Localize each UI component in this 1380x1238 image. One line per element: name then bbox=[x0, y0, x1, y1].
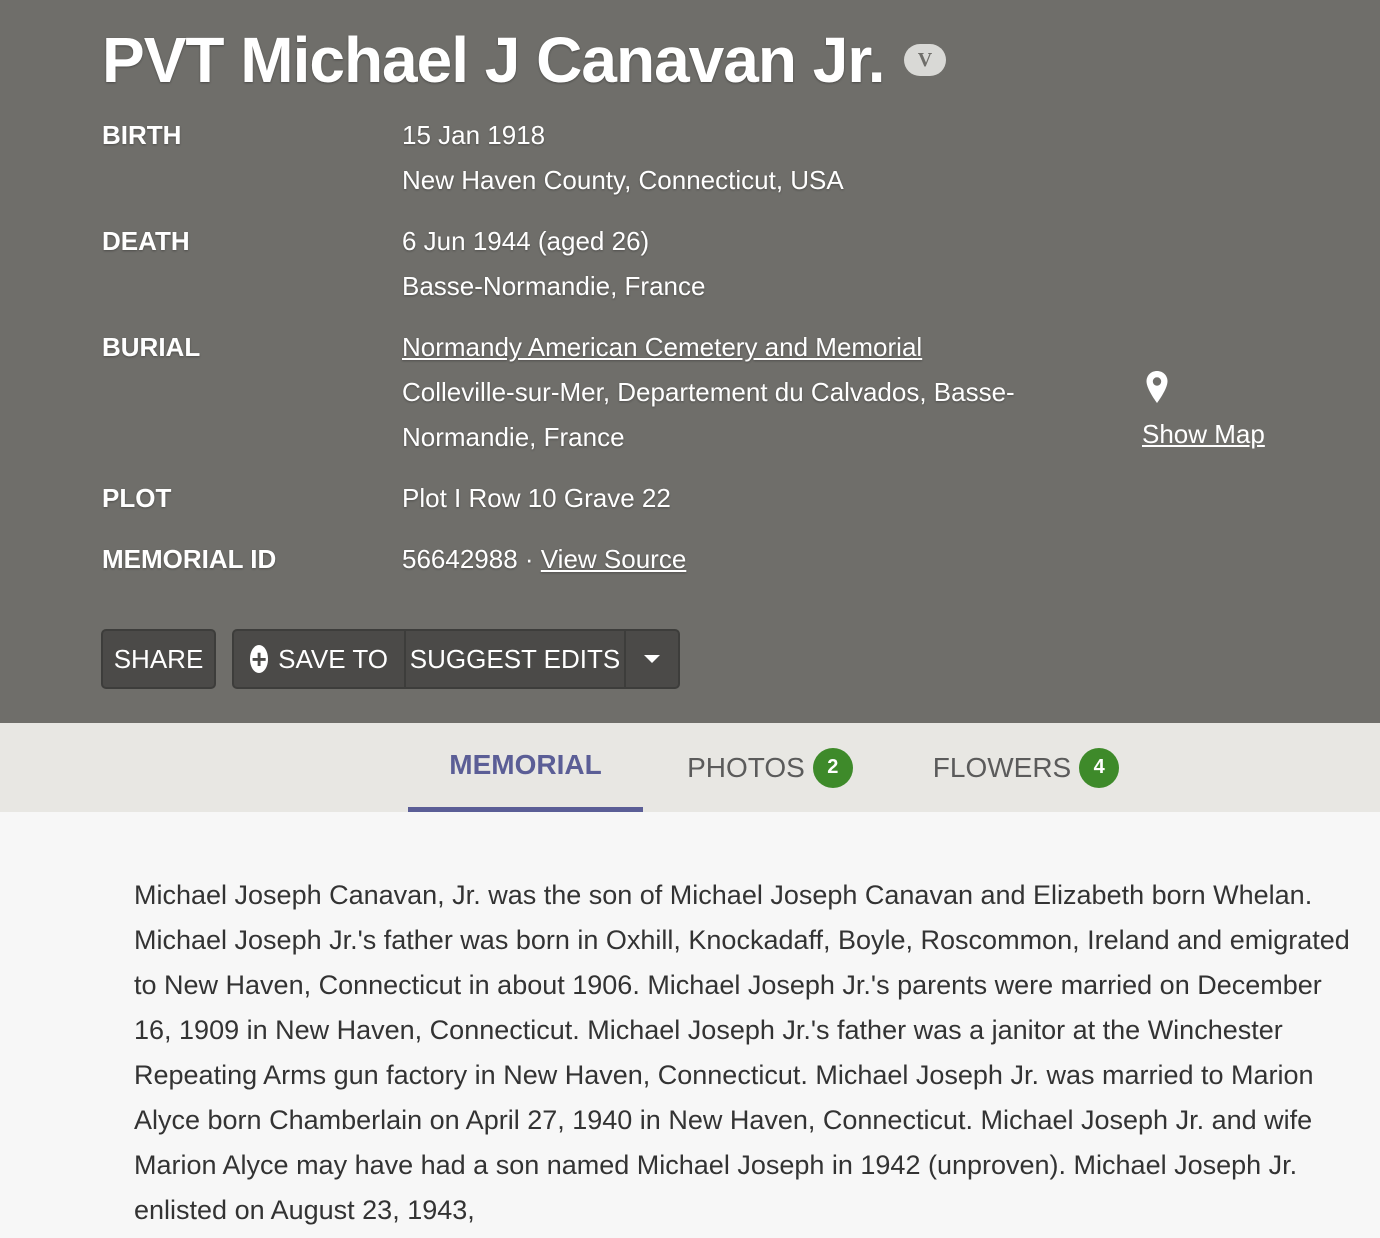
plot-label: PLOT bbox=[102, 483, 172, 513]
share-button[interactable]: SHARE bbox=[103, 631, 214, 687]
map-pin-icon[interactable] bbox=[1144, 370, 1170, 404]
memorial-id-label: MEMORIAL ID bbox=[102, 544, 277, 574]
photos-count-badge: 2 bbox=[812, 747, 853, 788]
action-button-group: + SAVE TO SUGGEST EDITS bbox=[232, 629, 680, 689]
memorial-id-number: 56642988 bbox=[402, 544, 518, 574]
show-map-block[interactable]: Show Map bbox=[1142, 370, 1302, 454]
burial-label: BURIAL bbox=[102, 332, 201, 362]
birth-label: BIRTH bbox=[102, 120, 182, 150]
plus-circle-icon: + bbox=[250, 644, 269, 674]
veteran-badge-icon[interactable]: V bbox=[904, 44, 946, 76]
page-title: PVT Michael J Canavan Jr. bbox=[102, 24, 885, 96]
view-source-link[interactable]: View Source bbox=[541, 544, 687, 574]
tab-photos[interactable]: PHOTOS 2 bbox=[670, 723, 870, 812]
flowers-count-badge: 4 bbox=[1079, 747, 1120, 788]
burial-place: Colleville-sur-Mer, Departement du Calva… bbox=[402, 377, 1015, 452]
more-actions-button[interactable] bbox=[624, 631, 678, 687]
death-value: 6 Jun 1944 (aged 26) Basse-Normandie, Fr… bbox=[402, 219, 1082, 309]
birth-date: 15 Jan 1918 bbox=[402, 120, 546, 150]
burial-value: Normandy American Cemetery and Memorial … bbox=[402, 325, 1072, 460]
tab-flowers-label: FLOWERS bbox=[932, 751, 1072, 783]
save-to-button[interactable]: + SAVE TO bbox=[234, 631, 404, 687]
tab-photos-label: PHOTOS bbox=[687, 751, 805, 783]
tab-memorial[interactable]: MEMORIAL bbox=[408, 723, 643, 812]
cemetery-link[interactable]: Normandy American Cemetery and Memorial bbox=[402, 332, 922, 362]
bio-text: Michael Joseph Canavan, Jr. was the son … bbox=[134, 880, 1350, 1225]
show-map-link[interactable]: Show Map bbox=[1142, 414, 1265, 454]
memorial-id-value: 56642988 · View Source bbox=[402, 537, 1082, 582]
memorial-id-separator: · bbox=[517, 544, 541, 574]
plot-value: Plot I Row 10 Grave 22 bbox=[402, 483, 671, 513]
death-label: DEATH bbox=[102, 226, 190, 256]
birth-value: 15 Jan 1918 New Haven County, Connecticu… bbox=[402, 113, 1082, 203]
share-button-group: SHARE bbox=[101, 629, 216, 689]
suggest-edits-button[interactable]: SUGGEST EDITS bbox=[404, 631, 624, 687]
tab-memorial-label: MEMORIAL bbox=[449, 749, 602, 780]
memorial-header: PVT Michael J Canavan Jr. V BIRTH 15 Jan… bbox=[0, 0, 1380, 723]
birth-place: New Haven County, Connecticut, USA bbox=[402, 165, 844, 195]
death-place: Basse-Normandie, France bbox=[402, 271, 706, 301]
save-to-label: SAVE TO bbox=[278, 643, 388, 674]
tab-flowers[interactable]: FLOWERS 4 bbox=[920, 723, 1132, 812]
tab-bar: MEMORIAL PHOTOS 2 FLOWERS 4 bbox=[0, 723, 1380, 812]
caret-down-icon bbox=[644, 655, 660, 663]
death-date: 6 Jun 1944 (aged 26) bbox=[402, 226, 650, 256]
